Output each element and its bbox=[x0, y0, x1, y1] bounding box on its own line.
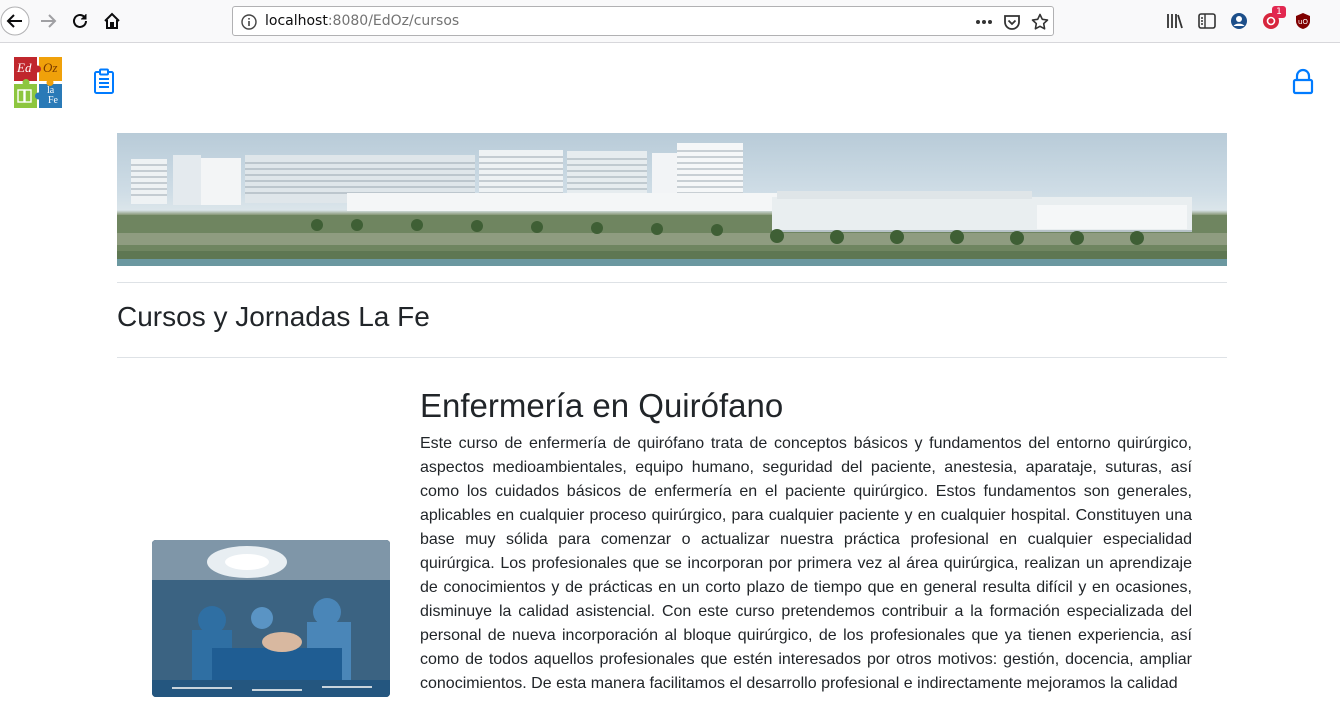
url-path: :8080/EdOz/cursos bbox=[327, 13, 460, 29]
logo-letter-ed: Ed bbox=[17, 60, 32, 75]
divider-top bbox=[117, 282, 1227, 283]
page-actions-icon bbox=[976, 20, 992, 24]
ublock-icon: uO bbox=[1296, 13, 1310, 29]
home-button[interactable] bbox=[97, 6, 127, 36]
page-title: Cursos y Jornadas La Fe bbox=[117, 301, 430, 332]
logo-letter-oz: Oz bbox=[43, 60, 58, 75]
url-bar[interactable]: localhost:8080/EdOz/cursos bbox=[232, 6, 1054, 36]
notification-badge: 1 bbox=[1272, 6, 1286, 18]
url-host: localhost bbox=[265, 13, 328, 29]
back-button[interactable] bbox=[0, 6, 30, 36]
account-icon bbox=[1231, 13, 1247, 29]
sidebar-button[interactable] bbox=[1197, 11, 1217, 31]
ublock-button[interactable]: uO bbox=[1293, 11, 1313, 31]
browser-toolbar: localhost:8080/EdOz/cursos 1 uO bbox=[0, 0, 1340, 43]
page-actions-button[interactable] bbox=[973, 13, 995, 31]
pocket-icon bbox=[1004, 15, 1020, 30]
reload-button[interactable] bbox=[65, 6, 95, 36]
bookmark-button[interactable] bbox=[1029, 13, 1051, 31]
forward-button[interactable] bbox=[33, 6, 63, 36]
sidebar-icon bbox=[1198, 13, 1216, 29]
login-nav-link[interactable] bbox=[1291, 68, 1315, 95]
bookmark-star-icon bbox=[1031, 13, 1049, 30]
course-title[interactable]: Enfermería en Quirófano bbox=[420, 386, 783, 426]
info-icon[interactable] bbox=[241, 14, 257, 30]
site-logo[interactable]: Ed Oz la Fe bbox=[14, 57, 62, 108]
course-image[interactable] bbox=[152, 540, 390, 697]
hospital-banner-image bbox=[117, 133, 1227, 266]
svg-text:uO: uO bbox=[1298, 18, 1308, 26]
library-button[interactable] bbox=[1165, 11, 1185, 31]
reload-icon bbox=[73, 13, 87, 28]
courses-nav-link[interactable] bbox=[92, 68, 116, 95]
library-icon bbox=[1167, 14, 1183, 29]
account-button[interactable] bbox=[1229, 11, 1249, 31]
forward-icon bbox=[41, 14, 57, 28]
surgery-photo bbox=[152, 540, 390, 697]
pocket-button[interactable] bbox=[1001, 13, 1023, 31]
back-icon bbox=[0, 6, 30, 36]
hospital-illustration bbox=[117, 143, 1227, 266]
divider-bottom bbox=[117, 357, 1227, 358]
url-text[interactable]: localhost:8080/EdOz/cursos bbox=[265, 13, 459, 29]
lock-icon bbox=[1292, 68, 1314, 95]
home-icon bbox=[104, 12, 120, 29]
clipboard-icon bbox=[94, 68, 114, 94]
course-description: Este curso de enfermería de quirófano tr… bbox=[420, 435, 1192, 692]
logo-letter-fe: Fe bbox=[48, 95, 58, 106]
